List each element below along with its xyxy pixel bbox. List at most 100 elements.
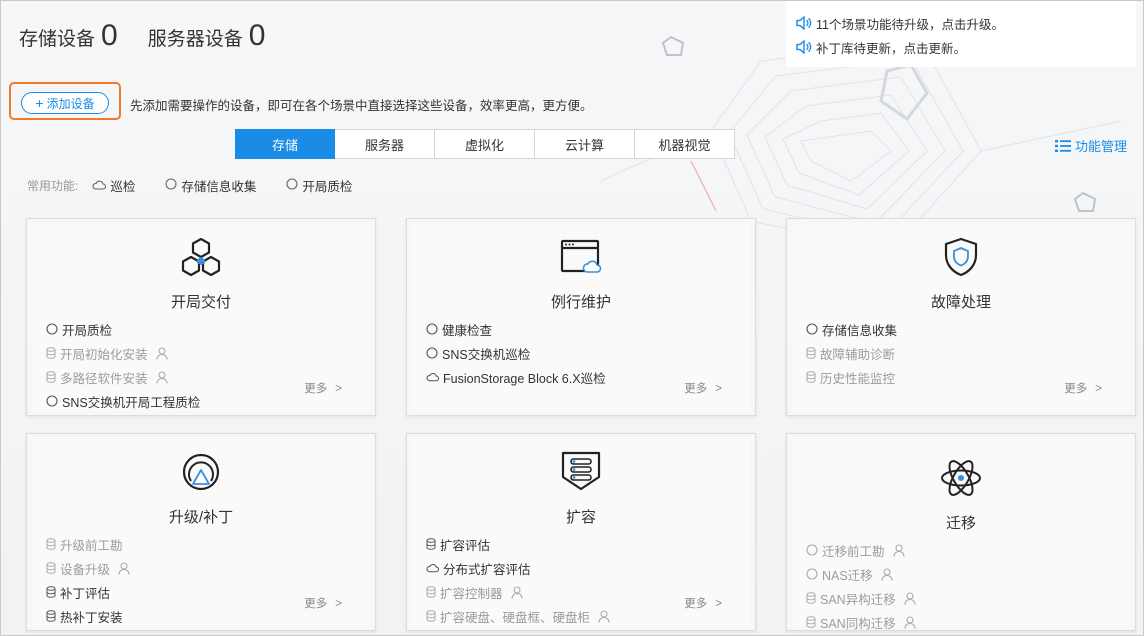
list-item[interactable]: 开局质检 [46, 317, 200, 341]
list-item: 升级前工勘 [46, 532, 130, 556]
item-label: SAN同构迁移 [820, 616, 896, 631]
tab-cloud[interactable]: 云计算 [535, 129, 635, 159]
user-icon [892, 543, 905, 557]
expansion-shield-icon [561, 451, 601, 491]
database-icon [46, 371, 56, 383]
database-icon [806, 592, 816, 604]
card-migration: 迁移 迁移前工勘 NAS迁移 SAN异构迁移 SAN同构迁移 [786, 433, 1136, 631]
item-label: SNS交换机开局工程质检 [62, 395, 201, 410]
storage-count-label: 存储设备 [19, 29, 96, 50]
user-icon [155, 346, 168, 360]
card-title: 扩容 [565, 509, 596, 526]
database-icon [806, 616, 816, 628]
chevron-right-icon: > [335, 383, 342, 395]
more-link[interactable]: 更多 > [304, 595, 342, 611]
common-item-label: 开局质检 [302, 180, 353, 194]
item-label: SAN异构迁移 [820, 592, 896, 607]
circle-icon [426, 323, 438, 335]
cloud-icon [426, 563, 439, 573]
list-item[interactable]: FusionStorage Block 6.X巡检 [426, 365, 606, 389]
speaker-icon [796, 16, 812, 30]
list-item[interactable]: 健康检查 [426, 317, 606, 341]
list-item[interactable]: 存储信息收集 [806, 317, 897, 341]
list-item: 扩容硬盘、硬盘框、硬盘柜 [426, 604, 610, 628]
tab-storage[interactable]: 存储 [235, 129, 335, 159]
more-label: 更多 [684, 383, 708, 395]
notice-patch[interactable]: 补丁库待更新，点击更新。 [796, 35, 1126, 59]
plus-icon: + [35, 95, 44, 111]
list-item[interactable]: SNS交换机巡检 [426, 341, 606, 365]
common-item-info-collect[interactable]: 存储信息收集 [165, 176, 256, 195]
list-item[interactable]: 补丁评估 [46, 580, 130, 604]
hexagon-cluster-icon [181, 238, 221, 277]
circle-icon [286, 178, 298, 193]
more-label: 更多 [684, 598, 708, 610]
list-item[interactable]: 分布式扩容评估 [426, 556, 610, 580]
item-label: 升级前工勘 [60, 538, 123, 553]
user-icon [510, 585, 523, 599]
list-item[interactable]: 扩容评估 [426, 532, 610, 556]
card-title: 故障处理 [930, 294, 991, 311]
chevron-right-icon: > [715, 383, 722, 395]
function-manage-label: 功能管理 [1075, 139, 1128, 154]
card-title: 升级/补丁 [168, 509, 234, 526]
list-item[interactable]: SNS交换机开局工程质检 [46, 389, 200, 413]
circle-icon [806, 544, 818, 556]
common-functions-label: 常用功能: [27, 179, 79, 193]
card-title: 例行维护 [550, 294, 611, 311]
add-device-highlight: + 添加设备 [9, 82, 121, 120]
browser-window-icon [560, 239, 602, 273]
notice-panel: 11个场景功能待升级，点击升级。 补丁库待更新，点击更新。 [786, 1, 1136, 67]
list-item: 历史性能监控 [806, 365, 897, 389]
list-item: 开局初始化安装 [46, 341, 200, 365]
notice-upgrade[interactable]: 11个场景功能待升级，点击升级。 [796, 11, 1126, 35]
list-icon [1055, 139, 1071, 152]
list-item: SAN异构迁移 [806, 586, 916, 610]
common-item-inspection[interactable]: 巡检 [92, 176, 135, 195]
user-icon [155, 370, 168, 384]
storage-count-value: 0 [101, 19, 118, 52]
more-link[interactable]: 更多 > [1064, 380, 1102, 396]
item-label: FusionStorage Block 6.X巡检 [443, 371, 606, 386]
add-device-label: 添加设备 [46, 96, 95, 111]
main-panel: 存储设备 0 服务器设备 0 11个场景功能待升级，点击升级。 补丁库待更新，点… [0, 0, 1144, 636]
card-items: 升级前工勘 设备升级 补丁评估 热补丁安装 [46, 532, 130, 628]
item-label: 健康检查 [442, 323, 493, 338]
circle-icon [46, 323, 58, 335]
database-icon [426, 610, 436, 622]
more-link[interactable]: 更多 > [304, 380, 342, 396]
item-label: 扩容评估 [440, 538, 491, 553]
item-label: 故障辅助诊断 [820, 347, 896, 362]
database-icon [806, 371, 816, 383]
cloud-icon [426, 372, 439, 382]
common-item-quality-check[interactable]: 开局质检 [286, 176, 352, 195]
shield-icon [944, 237, 978, 277]
add-device-button[interactable]: + 添加设备 [21, 92, 109, 114]
item-label: 分布式扩容评估 [443, 562, 531, 577]
database-icon [426, 538, 436, 550]
item-label: 补丁评估 [60, 586, 111, 601]
common-functions: 常用功能: 巡检 存储信息收集 开局质检 [27, 176, 382, 195]
list-item: 扩容控制器 [426, 580, 610, 604]
tab-machine-vision[interactable]: 机器视觉 [635, 129, 735, 159]
speaker-icon [796, 40, 812, 54]
list-item: 设备升级 [46, 556, 130, 580]
function-manage-link[interactable]: 功能管理 [1055, 136, 1127, 155]
item-label: 热补丁安装 [60, 610, 123, 625]
tab-server[interactable]: 服务器 [335, 129, 435, 159]
database-icon [46, 610, 56, 622]
database-icon [46, 347, 56, 359]
tab-virtualization[interactable]: 虚拟化 [435, 129, 535, 159]
item-label: 设备升级 [60, 562, 111, 577]
card-upgrade-patch: 升级/补丁 升级前工勘 设备升级 补丁评估 热补丁安装 更多 > [26, 433, 376, 631]
device-type-tabs: 存储 服务器 虚拟化 云计算 机器视觉 [235, 129, 735, 159]
more-label: 更多 [304, 383, 328, 395]
device-counts: 存储设备 0 服务器设备 0 [19, 19, 295, 53]
card-items: 健康检查 SNS交换机巡检 FusionStorage Block 6.X巡检 [426, 317, 606, 389]
user-icon [881, 567, 893, 581]
more-link[interactable]: 更多 > [684, 380, 722, 396]
user-icon [904, 591, 916, 605]
card-items: 存储信息收集 故障辅助诊断 历史性能监控 [806, 317, 897, 389]
list-item[interactable]: 热补丁安装 [46, 604, 130, 628]
more-link[interactable]: 更多 > [684, 595, 722, 611]
